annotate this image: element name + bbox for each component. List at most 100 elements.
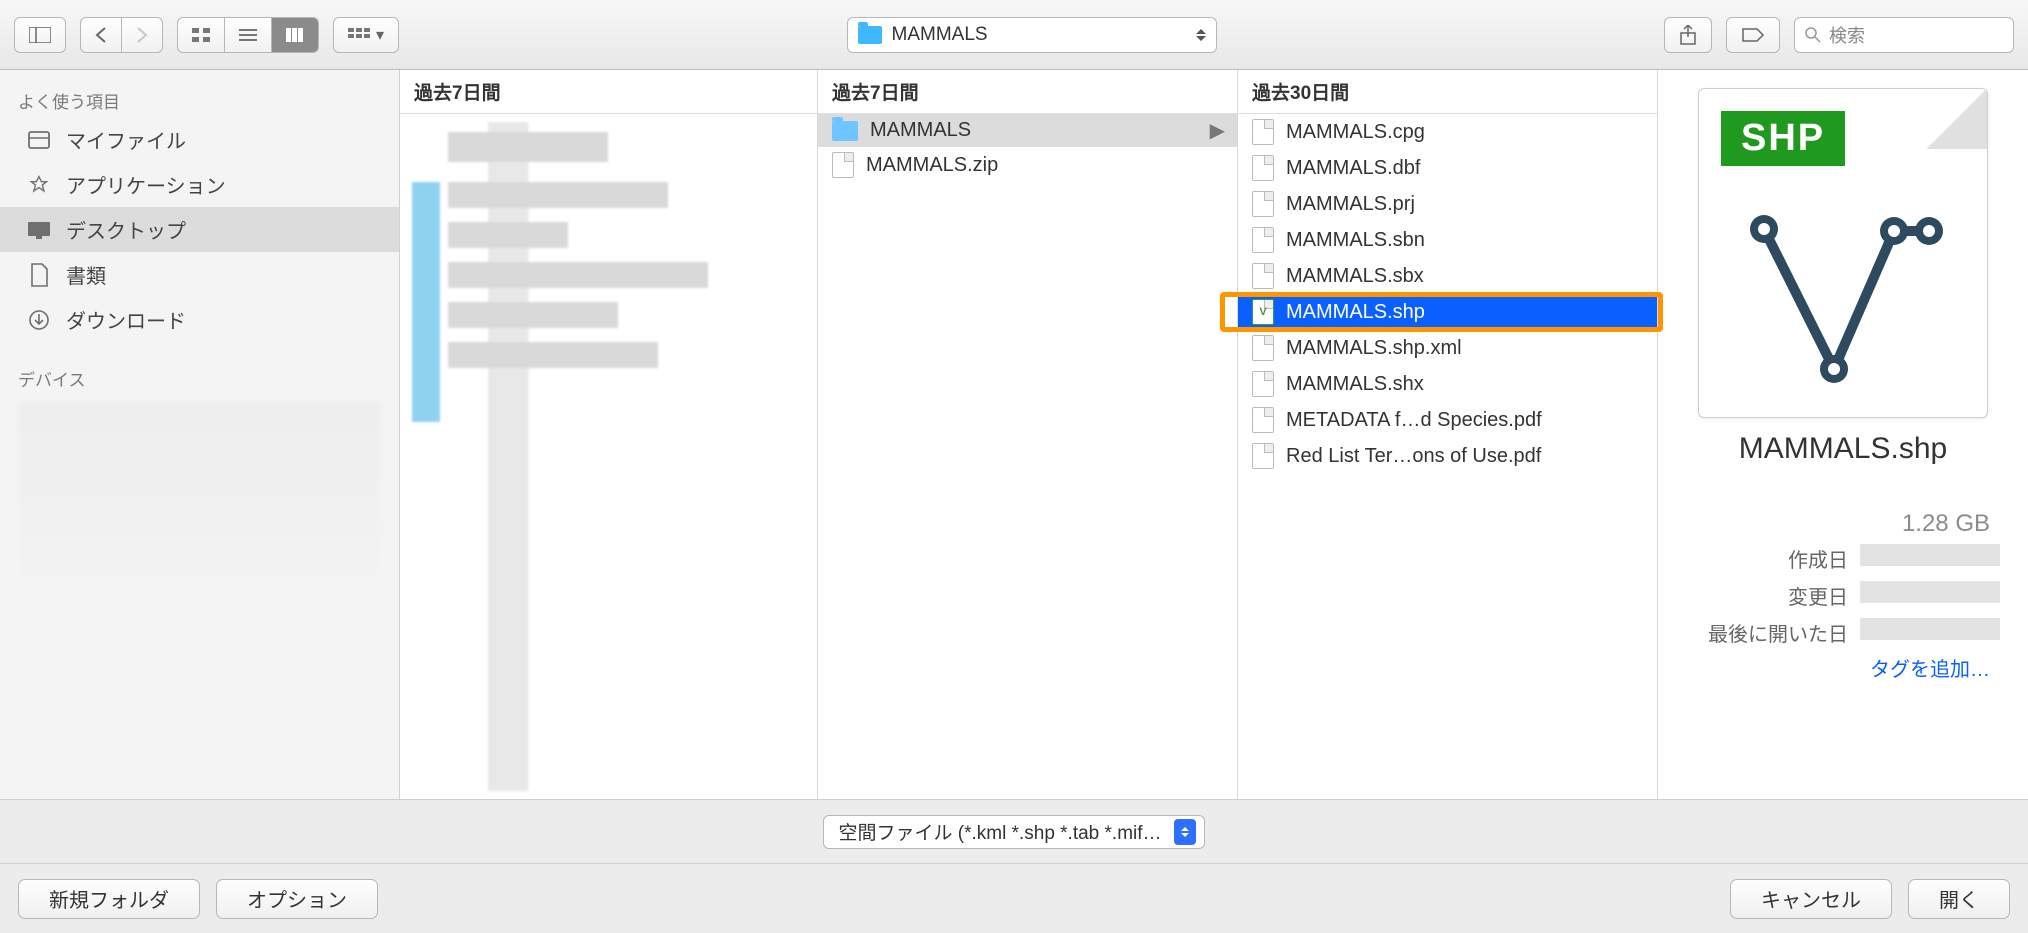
preview-icon: SHP xyxy=(1698,88,1988,418)
list-item[interactable]: MAMMALS ▶ xyxy=(818,114,1237,147)
item-label: MAMMALS.sbn xyxy=(1286,229,1425,252)
search-placeholder: 検索 xyxy=(1829,22,1865,48)
folder-icon xyxy=(858,26,882,44)
list-item[interactable]: METADATA f…d Species.pdf xyxy=(1238,402,1657,438)
item-label: MAMMALS.prj xyxy=(1286,193,1415,216)
meta-modified-label: 変更日 xyxy=(1708,581,1848,610)
file-icon xyxy=(1252,407,1274,433)
search-field[interactable]: 検索 xyxy=(1794,17,2014,53)
highlighted-selection: MAMMALS.shp xyxy=(1238,294,1657,330)
file-icon xyxy=(1252,335,1274,361)
applications-icon xyxy=(26,174,52,196)
chevron-right-icon: ▶ xyxy=(1210,118,1225,143)
item-label: MAMMALS.dbf xyxy=(1286,157,1420,180)
sidebar-favorites-header: よく使う項目 xyxy=(0,80,399,117)
path-label: MAMMALS xyxy=(892,24,988,46)
sidebar-item-downloads[interactable]: ダウンロード xyxy=(0,297,399,342)
share-button[interactable] xyxy=(1664,17,1712,53)
list-item[interactable]: MAMMALS.sbx xyxy=(1238,258,1657,294)
list-item[interactable]: MAMMALS.prj xyxy=(1238,186,1657,222)
file-icon xyxy=(1252,191,1274,217)
meta-created-label: 作成日 xyxy=(1708,544,1848,573)
path-popup[interactable]: MAMMALS xyxy=(847,17,1217,53)
list-item[interactable]: MAMMALS.sbn xyxy=(1238,222,1657,258)
sidebar-devices-header: デバイス xyxy=(0,358,399,395)
item-label: MAMMALS.shx xyxy=(1286,373,1424,396)
sidebar-devices-blurred xyxy=(18,401,381,621)
cancel-button[interactable]: キャンセル xyxy=(1730,879,1892,919)
file-icon xyxy=(1252,443,1274,469)
file-icon xyxy=(1252,263,1274,289)
list-item[interactable]: MAMMALS.shx xyxy=(1238,366,1657,402)
nav-buttons xyxy=(80,17,163,53)
forward-button[interactable] xyxy=(121,17,163,53)
list-item[interactable]: MAMMALS.shp.xml xyxy=(1238,330,1657,366)
new-folder-button[interactable]: 新規フォルダ xyxy=(18,879,200,919)
meta-opened-value xyxy=(1860,618,2000,640)
filter-row: 空間ファイル (*.kml *.shp *.tab *.mif… xyxy=(0,799,2028,863)
downloads-icon xyxy=(26,309,52,331)
desktop-icon xyxy=(26,219,52,241)
item-label: MAMMALS.sbx xyxy=(1286,265,1424,288)
item-label: MAMMALS.shp xyxy=(1286,301,1425,324)
item-label: MAMMALS.shp.xml xyxy=(1286,337,1462,360)
sidebar-item-label: デスクトップ xyxy=(66,215,186,244)
vector-graphic-icon xyxy=(1744,209,1944,389)
list-item[interactable]: MAMMALS.zip xyxy=(818,147,1237,183)
preview-metadata: 作成日 変更日 最後に開いた日 xyxy=(1708,544,2000,647)
column-1: 過去7日間 xyxy=(400,70,818,799)
column-2: 過去7日間 MAMMALS ▶ MAMMALS.zip xyxy=(818,70,1238,799)
list-item-selected[interactable]: MAMMALS.shp xyxy=(1238,294,1657,330)
tags-button[interactable] xyxy=(1726,17,1780,53)
sidebar-item-label: ダウンロード xyxy=(66,305,186,334)
sidebar-item-applications[interactable]: アプリケーション xyxy=(0,162,399,207)
sidebar-item-label: アプリケーション xyxy=(66,170,226,199)
preview-pane: SHP MAMMALS.shp 1.28 GB 作成日 変更日 最後に開いた日 … xyxy=(1658,70,2028,799)
item-label: MAMMALS.cpg xyxy=(1286,121,1425,144)
filter-label: 空間ファイル (*.kml *.shp *.tab *.mif… xyxy=(838,818,1161,845)
item-label: MAMMALS xyxy=(870,119,971,142)
file-type-filter[interactable]: 空間ファイル (*.kml *.shp *.tab *.mif… xyxy=(823,815,1204,849)
column-3-header: 過去30日間 xyxy=(1238,70,1657,114)
list-item[interactable]: MAMMALS.dbf xyxy=(1238,150,1657,186)
shp-badge: SHP xyxy=(1721,111,1845,166)
column-3: 過去30日間 MAMMALS.cpg MAMMALS.dbf MAMMALS.p… xyxy=(1238,70,1658,799)
arrange-button[interactable]: ▾ xyxy=(333,17,399,53)
meta-opened-label: 最後に開いた日 xyxy=(1708,618,1848,647)
file-icon xyxy=(1252,155,1274,181)
column-2-header: 過去7日間 xyxy=(818,70,1237,114)
file-icon xyxy=(1252,227,1274,253)
column-view-button[interactable] xyxy=(271,17,319,53)
folder-icon xyxy=(832,121,858,141)
column-1-header: 過去7日間 xyxy=(400,70,817,114)
meta-modified-value xyxy=(1860,581,2000,603)
list-item[interactable]: MAMMALS.cpg xyxy=(1238,114,1657,150)
main-area: よく使う項目 マイファイル アプリケーション デスクトップ 書類 ダウンロード … xyxy=(0,70,2028,799)
sidebar-toggle-button[interactable] xyxy=(14,17,66,53)
sidebar-item-myfiles[interactable]: マイファイル xyxy=(0,117,399,162)
documents-icon xyxy=(26,264,52,286)
add-tag-link[interactable]: タグを追加… xyxy=(1870,653,1990,682)
myfiles-icon xyxy=(26,129,52,151)
sidebar: よく使う項目 マイファイル アプリケーション デスクトップ 書類 ダウンロード … xyxy=(0,70,400,799)
open-button[interactable]: 開く xyxy=(1908,879,2010,919)
search-icon xyxy=(1805,27,1821,43)
footer: 新規フォルダ オプション キャンセル 開く xyxy=(0,863,2028,933)
options-button[interactable]: オプション xyxy=(216,879,378,919)
sidebar-item-label: 書類 xyxy=(66,260,106,289)
dropdown-knob-icon xyxy=(1174,819,1196,845)
list-item[interactable]: Red List Ter…ons of Use.pdf xyxy=(1238,438,1657,474)
meta-created-value xyxy=(1860,544,2000,566)
back-button[interactable] xyxy=(80,17,121,53)
file-icon xyxy=(1252,119,1274,145)
toolbar: ▾ MAMMALS 検索 xyxy=(0,0,2028,70)
sidebar-item-documents[interactable]: 書類 xyxy=(0,252,399,297)
file-icon xyxy=(832,152,854,178)
item-label: METADATA f…d Species.pdf xyxy=(1286,409,1542,432)
icon-view-button[interactable] xyxy=(177,17,224,53)
item-label: MAMMALS.zip xyxy=(866,154,998,177)
list-view-button[interactable] xyxy=(224,17,271,53)
sidebar-item-desktop[interactable]: デスクトップ xyxy=(0,207,399,252)
shp-file-icon xyxy=(1252,299,1274,325)
column-1-blurred-content xyxy=(408,122,809,791)
